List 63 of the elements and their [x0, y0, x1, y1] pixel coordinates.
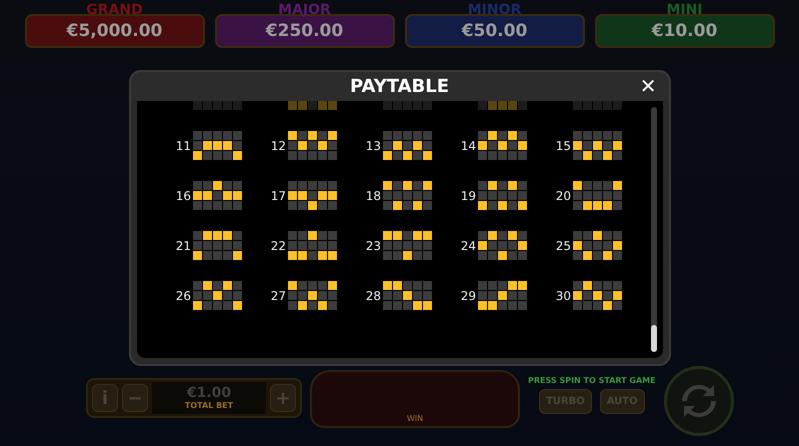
payline-pattern-icon: [383, 231, 432, 260]
payline-pattern-icon: [573, 281, 622, 310]
payline-number: 29: [460, 288, 476, 302]
decrease-bet-button[interactable]: −: [122, 384, 148, 412]
payline-pattern-icon: [573, 181, 622, 210]
payline-number: 27: [270, 288, 286, 302]
increase-bet-button[interactable]: +: [270, 384, 296, 412]
payline-number: 14: [460, 138, 476, 152]
jackpot-label: MINI: [666, 2, 703, 18]
payline-pattern-icon: [288, 100, 337, 110]
jackpot-label: GRAND: [86, 2, 143, 18]
jackpot-amount: €10.00: [652, 21, 718, 41]
payline-pattern-icon: [193, 281, 242, 310]
payline-pattern-icon: [478, 281, 527, 310]
payline-pattern-icon: [573, 131, 622, 160]
payline-number: 20: [554, 188, 571, 202]
payline-number: 25: [554, 238, 571, 252]
payline-pattern-icon: [193, 231, 242, 260]
payline-pattern-icon: [288, 281, 337, 310]
bet-amount: €1.00: [186, 386, 232, 401]
payline-number: 30: [554, 288, 571, 302]
payline-number: 18: [364, 188, 381, 202]
payline-number: 22: [270, 238, 286, 252]
payline-pattern-icon: [193, 131, 242, 160]
scrollbar-track[interactable]: [650, 107, 656, 352]
payline-pattern-icon: [478, 181, 527, 210]
payline-number: 21: [174, 238, 191, 252]
jackpot-amount: €50.00: [462, 21, 528, 41]
jackpot-amount: €250.00: [266, 21, 344, 41]
payline-pattern-icon: [573, 231, 622, 260]
payline-pattern-icon: [478, 231, 527, 260]
payline-pattern-icon: [383, 281, 432, 310]
payline-number: 13: [364, 138, 381, 152]
payline-number: 16: [174, 188, 191, 202]
payline-pattern-icon: [573, 100, 622, 110]
payline-pattern-icon: [383, 181, 432, 210]
payline-number: 24: [460, 238, 476, 252]
payline-number: 19: [460, 188, 476, 202]
close-button[interactable]: ✕: [636, 74, 660, 98]
payline-pattern-icon: [383, 100, 432, 110]
bet-label: TOTAL BET: [184, 401, 234, 410]
payline-number: 28: [364, 288, 381, 302]
payline-pattern-icon: [288, 131, 337, 160]
payline-number: 15: [554, 138, 571, 152]
jackpot-label: MINOR: [468, 2, 522, 18]
payline-pattern-icon: [478, 131, 527, 160]
payline-number: 12: [270, 138, 286, 152]
hint-text: PRESS SPIN TO START GAME: [528, 376, 656, 385]
payline-number: 11: [174, 138, 191, 152]
paytable-title: PAYTABLE: [350, 76, 450, 97]
jackpot-label: MAJOR: [278, 2, 331, 18]
jackpot-amount: €5,000.00: [66, 21, 162, 41]
payline-number: 26: [174, 288, 191, 302]
win-label: WIN: [406, 414, 424, 423]
payline-pattern-icon: [288, 231, 337, 260]
payline-pattern-icon: [383, 131, 432, 160]
payline-pattern-icon: [288, 181, 337, 210]
payline-pattern-icon: [478, 100, 527, 110]
payline-number: 23: [364, 238, 381, 252]
payline-number: 17: [270, 188, 286, 202]
payline-pattern-icon: [193, 181, 242, 210]
scrollbar-thumb[interactable]: [650, 325, 656, 352]
payline-pattern-icon: [193, 100, 242, 110]
